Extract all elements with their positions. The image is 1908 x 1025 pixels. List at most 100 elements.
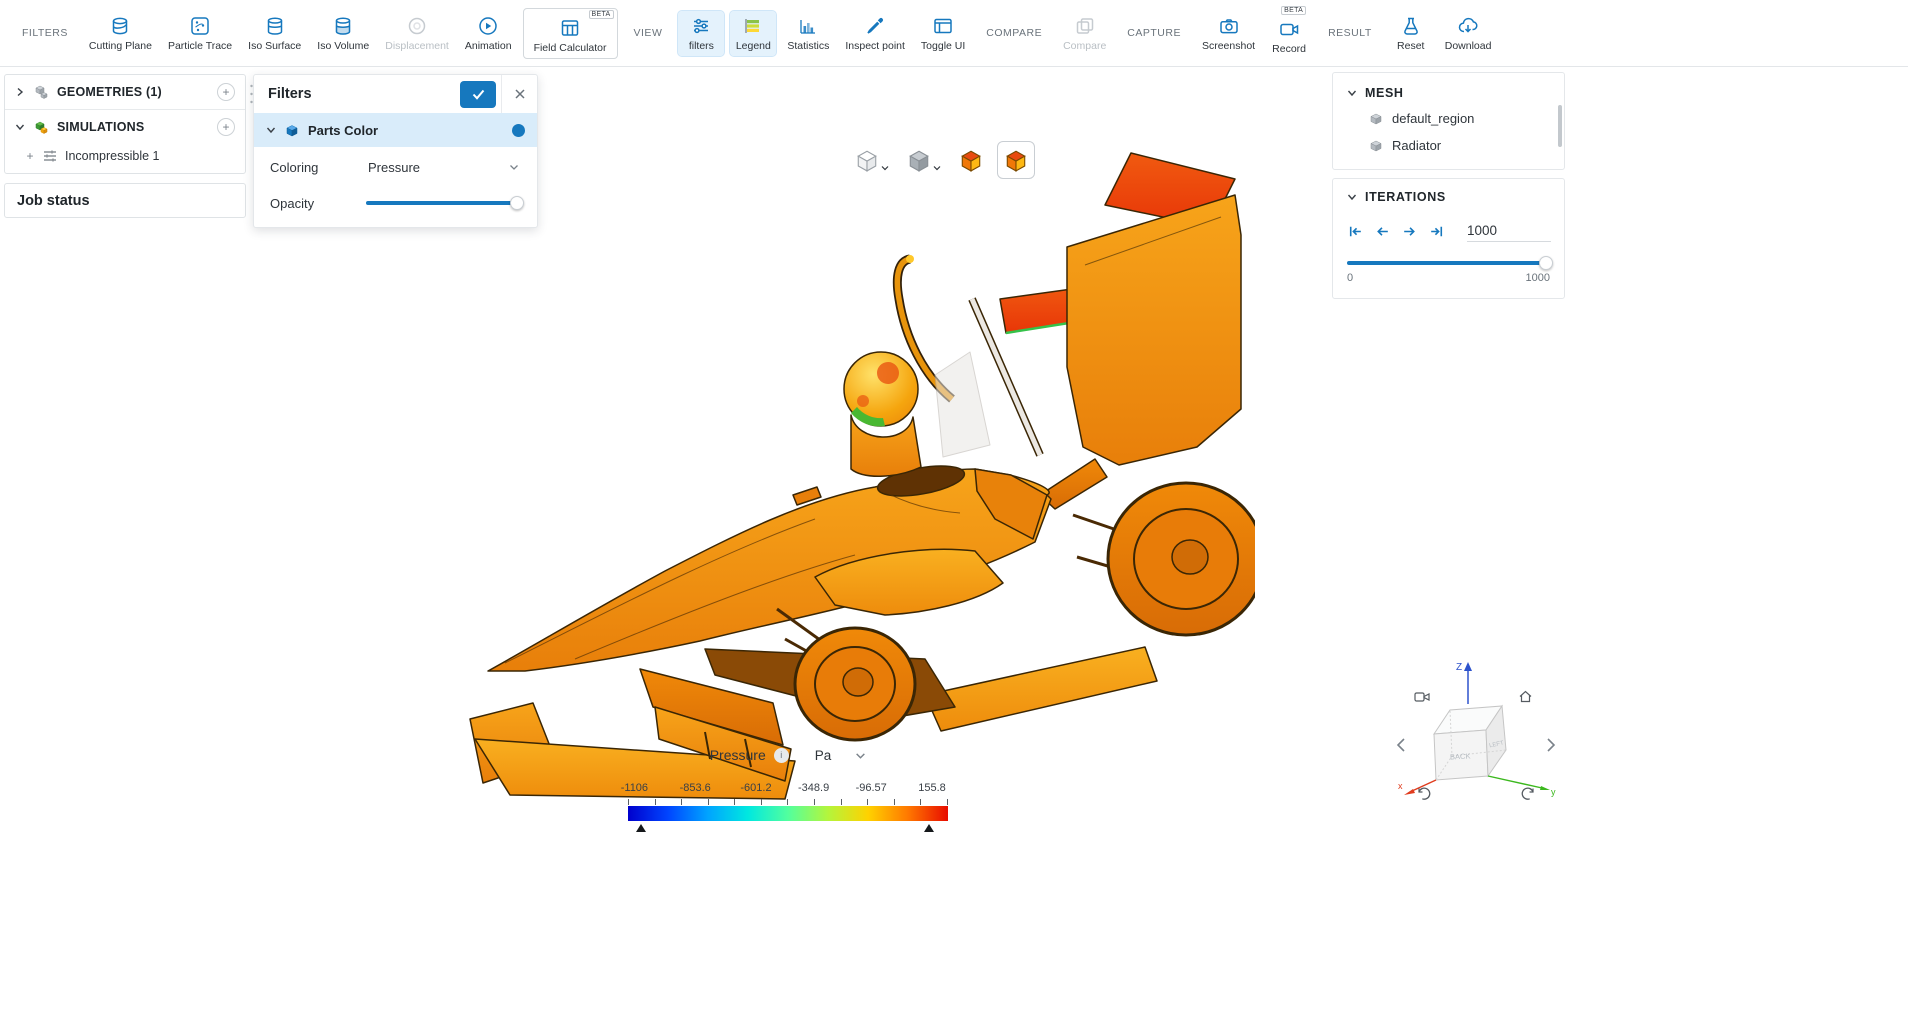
filters-toggle-button[interactable]: filters [678,11,724,56]
filters-panel-title: Filters [268,86,460,102]
render-mode-wireframe-button[interactable] [851,144,893,176]
statistics-button[interactable]: Statistics [782,11,834,56]
cube-face-back-label: BACK [1450,751,1471,761]
beta-badge: BETA [589,10,614,19]
simulations-row[interactable]: SIMULATIONS + [5,109,245,143]
mesh-scrollbar[interactable] [1558,105,1562,147]
filters-panel: Filters Parts Color Coloring Pressure Op… [253,74,538,228]
job-status-panel[interactable]: Job status [4,183,246,218]
iteration-value-input[interactable] [1467,221,1551,242]
colored-cube-icon [1004,148,1028,172]
field-calculator-icon [559,17,581,39]
iterations-panel-header[interactable]: ITERATIONS [1333,185,1564,209]
mesh-panel: MESH default_region Radiator [1332,72,1565,170]
beta-badge: BETA [1281,6,1306,15]
opacity-slider-thumb[interactable] [510,196,524,210]
displacement-button[interactable]: Displacement [380,11,454,56]
cutting-plane-icon [109,15,131,37]
particle-trace-button[interactable]: Particle Trace [163,11,237,56]
camera-view-button[interactable] [1414,690,1430,704]
parts-color-section[interactable]: Parts Color [254,113,537,147]
first-iteration-button[interactable] [1347,223,1364,240]
race-car-model[interactable] [455,147,1255,812]
reset-button[interactable]: Reset [1388,11,1434,56]
legend-min-handle[interactable] [636,824,646,832]
mesh-region-icon [1369,112,1383,126]
particle-trace-icon [189,15,211,37]
chevron-right-icon [15,87,25,97]
legend-toggle-button[interactable]: Legend [730,11,776,56]
rotate-right-button[interactable] [1544,736,1558,754]
mesh-panel-header[interactable]: MESH [1333,81,1564,105]
parts-color-label: Parts Color [308,123,504,138]
mesh-region-icon [1369,139,1383,153]
download-button[interactable]: Download [1440,11,1497,56]
roll-cw-button[interactable] [1520,786,1536,802]
inspect-point-button[interactable]: Inspect point [840,11,910,56]
record-label: Record [1272,43,1306,55]
coloring-value: Pressure [368,160,420,175]
reset-icon [1400,15,1422,37]
statistics-label: Statistics [787,40,829,52]
iteration-slider-thumb[interactable] [1539,256,1553,270]
iso-surface-button[interactable]: Iso Surface [243,11,306,56]
geometries-row[interactable]: GEOMETRIES (1) + [5,75,245,109]
add-simulation-button[interactable]: + [217,118,235,136]
screenshot-button[interactable]: Screenshot [1197,11,1260,56]
opacity-slider[interactable] [366,196,521,210]
mesh-item-default-region[interactable]: default_region [1333,105,1564,132]
compare-button[interactable]: Compare [1058,11,1111,56]
home-icon [1518,689,1533,704]
last-iteration-button[interactable] [1428,223,1445,240]
iterations-panel-title: ITERATIONS [1365,190,1446,204]
color-legend: Pressure i Pa -1106 -853.6 -601.2 -348.9… [628,744,948,833]
rotate-left-button[interactable] [1394,736,1408,754]
screenshot-label: Screenshot [1202,40,1255,52]
opacity-slider-track[interactable] [366,201,521,205]
wireframe-cube-icon [855,148,879,172]
legend-unit-dropdown[interactable]: Pa [815,748,867,763]
cutting-plane-button[interactable]: Cutting Plane [84,11,157,56]
parts-color-enabled-toggle[interactable] [512,124,525,137]
legend-tick: -348.9 [798,782,829,794]
toggle-ui-button[interactable]: Toggle UI [916,11,970,56]
download-icon [1457,15,1479,37]
animation-button[interactable]: Animation [460,11,517,56]
toolbar-group-view: VIEW [634,27,663,39]
iso-volume-button[interactable]: Iso Volume [312,11,374,56]
legend-tick: -853.6 [680,782,711,794]
home-view-button[interactable] [1518,689,1533,704]
legend-icon [742,15,764,37]
parts-color-icon [284,122,300,138]
toolbar-group-filters: FILTERS [22,27,68,39]
legend-info-icon[interactable]: i [774,748,789,763]
reset-label: Reset [1397,40,1424,52]
simulations-icon [32,118,50,136]
mesh-item-radiator[interactable]: Radiator [1333,132,1564,159]
coloring-dropdown[interactable]: Pressure [366,156,521,179]
legend-colorbar[interactable] [628,806,948,821]
legend-unit-value: Pa [815,748,832,763]
render-mode-colored-button[interactable] [955,144,987,176]
add-geometry-button[interactable]: + [217,83,235,101]
close-filters-button[interactable] [501,75,537,113]
legend-field-label: Pressure [710,747,766,763]
iteration-slider[interactable] [1347,256,1550,270]
iteration-slider-track[interactable] [1347,261,1550,265]
next-iteration-button[interactable] [1401,223,1418,240]
apply-filters-button[interactable] [460,81,496,108]
download-label: Download [1445,40,1492,52]
field-calculator-button[interactable]: BETA Field Calculator [523,8,618,59]
chevron-down-icon [509,162,519,172]
legend-range-handles [628,821,948,833]
expand-icon[interactable]: + [25,149,35,163]
previous-iteration-button[interactable] [1374,223,1391,240]
simulation-item-incompressible[interactable]: + Incompressible 1 [5,143,245,173]
roll-ccw-button[interactable] [1416,786,1432,802]
render-mode-colored-selected-button[interactable] [997,141,1035,179]
render-mode-solid-button[interactable] [903,144,945,176]
legend-max-handle[interactable] [924,824,934,832]
coloring-label: Coloring [270,160,366,175]
legend-tick: -96.57 [856,782,887,794]
record-button[interactable]: BETA Record [1266,8,1312,59]
